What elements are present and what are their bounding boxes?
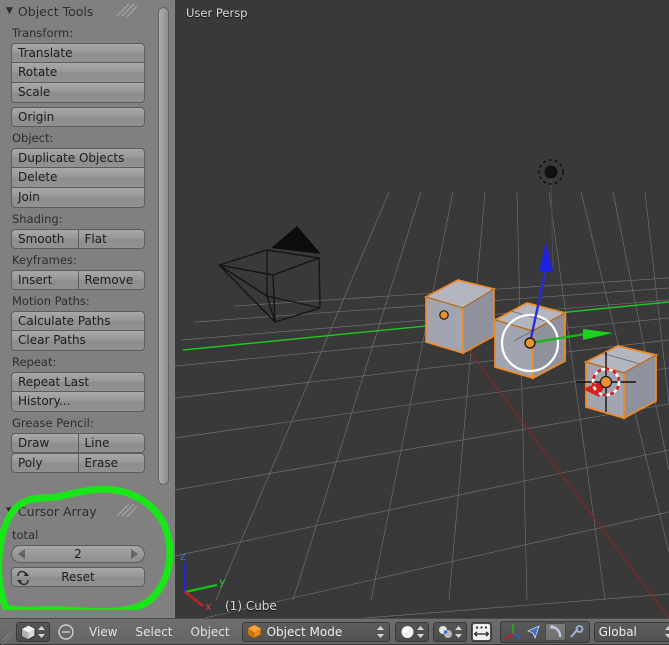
shading-button-row: Smooth Flat — [11, 229, 145, 249]
pivot-median-point-icon — [438, 625, 452, 638]
remove-keyframe-button[interactable]: Remove — [78, 270, 145, 290]
section-label-shading: Shading: — [12, 212, 63, 226]
motion-paths-button-group: Calculate Paths Clear Paths — [11, 311, 145, 351]
manipulator-origin — [524, 337, 536, 349]
mode-label: Object Mode — [266, 624, 343, 639]
erase-button[interactable]: Erase — [78, 453, 145, 473]
smooth-button[interactable]: Smooth — [11, 229, 79, 249]
chevron-left-icon[interactable] — [18, 549, 26, 559]
viewport-view-label: User Persp — [186, 6, 248, 20]
panel-title: Object Tools — [17, 3, 94, 19]
chevron-updown-icon[interactable] — [454, 625, 463, 639]
object-mode-cube-icon — [247, 624, 262, 639]
shading-solid-sphere-icon — [401, 625, 414, 638]
refresh-icon — [17, 570, 29, 586]
origin-button[interactable]: Origin — [11, 107, 145, 127]
line-button[interactable]: Line — [78, 433, 145, 453]
grease-pencil-row-2: Poly Erase — [11, 453, 145, 473]
section-label-motion-paths: Motion Paths: — [12, 294, 90, 308]
reset-button-label: Reset — [61, 570, 95, 584]
3d-viewport[interactable]: z y x User Persp (1) Cube — [175, 0, 669, 618]
tool-shelf-scrollbar[interactable] — [158, 7, 169, 611]
svg-text:y: y — [219, 575, 226, 588]
svg-text:x: x — [205, 600, 212, 613]
total-value: 2 — [74, 547, 82, 561]
section-label-grease-pencil: Grease Pencil: — [12, 416, 94, 430]
scale-button[interactable]: Scale — [11, 83, 145, 103]
scrollbar-thumb[interactable] — [158, 7, 169, 485]
transform-orientation-dropdown[interactable]: Global — [593, 621, 669, 642]
editor-type-3dview-icon — [21, 624, 36, 640]
scale-handle-icon — [570, 624, 584, 638]
axis-widget-icon — [505, 623, 521, 640]
panel-grip-icon — [116, 503, 137, 518]
tool-shelf[interactable]: ▼ Object Tools Transform: Translate Rota… — [0, 0, 175, 618]
manipulator-toggle-group — [499, 620, 590, 643]
object-button-group: Duplicate Objects Delete Join — [11, 148, 145, 208]
menu-object[interactable]: Object — [183, 622, 238, 642]
rotate-button[interactable]: Rotate — [11, 63, 145, 83]
section-label-repeat: Repeat: — [12, 355, 57, 369]
minus-circle-icon[interactable] — [56, 622, 76, 642]
object-origin-dot — [439, 310, 449, 320]
chevron-updown-icon[interactable] — [37, 625, 46, 639]
triangle-down-icon: ▼ — [6, 5, 13, 16]
triangle-down-icon: ▼ — [6, 505, 13, 516]
arrow-icon — [527, 624, 540, 639]
poly-button[interactable]: Poly — [11, 453, 79, 473]
draw-button[interactable]: Draw — [11, 433, 79, 453]
viewport-scene: z y x — [175, 0, 669, 618]
clear-paths-button[interactable]: Clear Paths — [11, 331, 145, 351]
viewport-header-bar[interactable]: View Select Object Object Mode Global — [0, 618, 669, 645]
reset-button[interactable]: Reset — [11, 567, 145, 587]
mode-dropdown[interactable]: Object Mode — [241, 621, 390, 642]
header-grip-icon — [2, 631, 14, 645]
translate-manipulator-toggle[interactable] — [524, 623, 545, 641]
flat-button[interactable]: Flat — [78, 229, 145, 249]
total-field-label: total — [12, 528, 39, 542]
menu-view[interactable]: View — [81, 622, 125, 642]
section-label-transform: Transform: — [12, 26, 74, 40]
history-button[interactable]: History... — [11, 392, 145, 412]
scale-manipulator-toggle[interactable] — [566, 623, 587, 641]
chevron-updown-icon[interactable] — [664, 625, 669, 639]
pivot-point-selector[interactable] — [432, 621, 467, 642]
orientation-label: Global — [598, 624, 637, 639]
section-label-keyframes: Keyframes: — [12, 253, 77, 267]
panel-header-object-tools[interactable]: ▼ Object Tools — [0, 0, 155, 22]
snap-toggle-icon — [472, 623, 490, 640]
transform-button-group: Translate Rotate Scale — [11, 43, 145, 103]
delete-button[interactable]: Delete — [11, 168, 145, 188]
duplicate-objects-button[interactable]: Duplicate Objects — [11, 148, 145, 168]
blender-window: z y x User Persp (1) Cube ▼ Object Tools — [0, 0, 669, 645]
manipulator-toggle[interactable] — [503, 623, 524, 641]
rotate-manipulator-toggle[interactable] — [544, 622, 566, 641]
keyframes-button-row: Insert Remove — [11, 270, 145, 290]
rotate-arc-icon — [550, 624, 562, 637]
snap-toggle[interactable] — [470, 621, 492, 642]
chevron-right-icon[interactable] — [130, 549, 138, 559]
panel-grip-icon — [116, 3, 137, 18]
chevron-updown-icon[interactable] — [376, 625, 385, 639]
origin-button-group: Origin — [11, 107, 145, 127]
join-button[interactable]: Join — [11, 188, 145, 208]
menu-select[interactable]: Select — [127, 622, 180, 642]
repeat-button-group: Repeat Last History... — [11, 372, 145, 412]
cube-object-1 — [423, 279, 497, 355]
total-slider[interactable]: 2 — [11, 545, 145, 563]
repeat-last-button[interactable]: Repeat Last — [11, 372, 145, 392]
grease-pencil-row-1: Draw Line — [11, 433, 145, 453]
svg-text:z: z — [180, 550, 186, 563]
insert-keyframe-button[interactable]: Insert — [11, 270, 79, 290]
panel-title: Cursor Array — [17, 503, 97, 519]
cursor-array-panel: ▼ Cursor Array total 2 Reset — [0, 500, 155, 587]
viewport-active-object-label: (1) Cube — [225, 599, 277, 613]
translate-button[interactable]: Translate — [11, 43, 145, 63]
panel-header-cursor-array[interactable]: ▼ Cursor Array — [0, 500, 155, 522]
editor-type-selector[interactable] — [16, 621, 50, 642]
chevron-updown-icon[interactable] — [416, 625, 425, 639]
shading-mode-selector[interactable] — [394, 621, 429, 642]
calculate-paths-button[interactable]: Calculate Paths — [11, 311, 145, 331]
section-label-object: Object: — [12, 131, 54, 145]
